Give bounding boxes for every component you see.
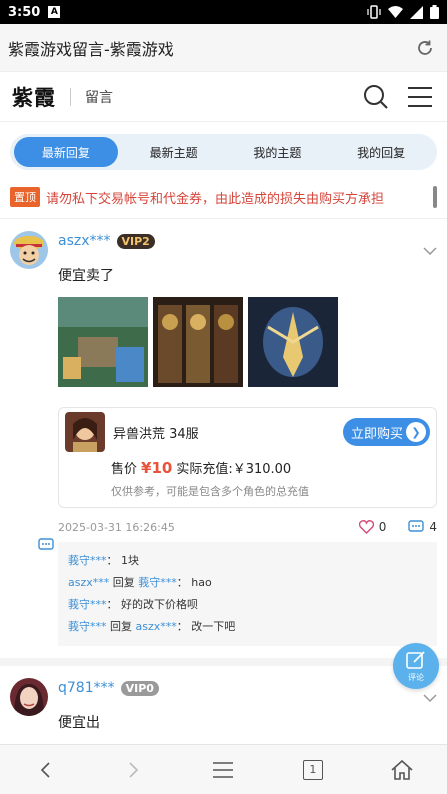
comment-item[interactable]: 莪守*** 回复 aszx***： 改一下吧 [68, 616, 427, 638]
comment-user[interactable]: 莪守*** [68, 598, 107, 611]
comment-icon [408, 520, 425, 532]
vibrate-icon [367, 5, 381, 23]
product-thumbnail[interactable] [65, 412, 105, 452]
tabs-button[interactable]: 1 [293, 750, 333, 790]
post-body: aszx*** VIP2 便宜卖了 异兽洪荒 34服 立即购买 ❯ 售价 ¥10… [58, 231, 437, 646]
battery-icon [430, 5, 439, 23]
home-icon[interactable] [382, 750, 422, 790]
comment-button[interactable]: 4 [408, 520, 437, 534]
comment-count: 4 [429, 520, 437, 534]
forward-icon[interactable] [114, 750, 154, 790]
comment-user[interactable]: 莪守*** [68, 554, 107, 567]
pinned-notice[interactable]: 置顶 请勿私下交易帐号和代金券，由此造成的损失由购买方承担 [0, 178, 447, 219]
product-note: 仅供参考，可能是包含多个角色的总充值 [111, 485, 309, 498]
tab-latest-topics[interactable]: 最新主题 [122, 137, 226, 167]
section-title: 留言 [85, 89, 113, 106]
comment-user[interactable]: aszx*** [68, 576, 109, 589]
menu-icon[interactable] [405, 82, 435, 112]
avatar[interactable] [10, 231, 48, 269]
comment-separator: ： [176, 576, 188, 589]
product-name[interactable]: 异兽洪荒 34服 [113, 423, 343, 442]
page-title[interactable]: 紫霞游戏留言-紫霞游戏 [8, 36, 411, 60]
chevron-right-icon: ❯ [406, 422, 426, 442]
post-user: aszx*** VIP2 [58, 231, 437, 251]
comment-text: 好的改下价格呗 [121, 598, 198, 611]
tab-count: 1 [302, 759, 323, 780]
tab-latest-replies[interactable]: 最新回复 [14, 137, 118, 167]
reply-to-user[interactable]: aszx*** [136, 620, 177, 633]
post-image[interactable] [153, 297, 243, 387]
status-icons [367, 5, 439, 23]
search-icon[interactable] [361, 82, 391, 112]
reply-word: 回复 [112, 576, 135, 589]
browser-bottom-bar: 1 [0, 744, 447, 794]
post-date: 2025-03-31 16:26:45 [58, 520, 175, 534]
reload-icon[interactable] [411, 34, 439, 62]
buy-now-label: 立即购买 [350, 426, 403, 442]
post-image[interactable] [248, 297, 338, 387]
notice-text[interactable]: 请勿私下交易帐号和代金券，由此造成的损失由购买方承担 [46, 188, 427, 207]
post-content: 便宜卖了 [58, 268, 114, 284]
post-content: 便宜出 [58, 715, 100, 731]
post-meta: 2025-03-31 16:26:45 0 4 [58, 520, 437, 534]
product-header: 异兽洪荒 34服 立即购买 ❯ [65, 412, 430, 452]
comment-item[interactable]: 莪守***： 1块 [68, 550, 427, 572]
status-time: 3:50 [8, 4, 41, 20]
chevron-down-icon[interactable] [423, 241, 437, 256]
price-value: ¥10 [141, 459, 173, 477]
pinned-badge: 置顶 [10, 187, 40, 207]
like-count: 0 [378, 520, 387, 534]
heart-icon [358, 520, 374, 534]
status-bar: 3:50 A [0, 0, 447, 24]
edit-icon [406, 651, 425, 669]
vip-badge: VIP0 [120, 680, 159, 696]
post-images [58, 297, 437, 387]
buy-now-button[interactable]: 立即购买 ❯ [342, 418, 430, 446]
username[interactable]: q781*** [58, 680, 115, 696]
tab-my-replies[interactable]: 我的回复 [329, 137, 433, 167]
scrollbar[interactable] [433, 186, 437, 208]
avatar[interactable] [10, 678, 48, 716]
comment-list: 莪守***： 1块 aszx*** 回复 莪守***： hao 莪守***： 好… [58, 542, 437, 646]
comment-text: 1块 [121, 554, 139, 567]
notification-a-icon: A [48, 6, 61, 18]
product-card[interactable]: 异兽洪荒 34服 立即购买 ❯ 售价 ¥10 实际充值:￥310.00 仅供参考… [58, 407, 437, 508]
reply-word: 回复 [110, 620, 132, 633]
site-header: 紫霞 留言 [0, 72, 447, 122]
like-button[interactable]: 0 [358, 520, 387, 534]
tab-my-topics[interactable]: 我的主题 [226, 137, 330, 167]
fab-label: 评论 [408, 673, 424, 682]
recharge-amount: 实际充值:￥310.00 [176, 462, 292, 477]
back-icon[interactable] [25, 750, 65, 790]
menu-icon[interactable] [203, 750, 243, 790]
signal-icon [410, 5, 423, 23]
comment-item[interactable]: 莪守***： 好的改下价格呗 [68, 594, 427, 616]
comment-separator: ： [106, 598, 118, 611]
write-comment-button[interactable]: 评论 [393, 643, 439, 689]
site-logo[interactable]: 紫霞 [12, 82, 56, 112]
vip-badge: VIP2 [116, 233, 155, 249]
product-price-row: 售价 ¥10 实际充值:￥310.00 [111, 458, 430, 477]
comment-separator: ： [106, 554, 118, 567]
tab-bar-wrapper: 最新回复 最新主题 我的主题 我的回复 [0, 122, 447, 178]
comment-text: 改一下吧 [191, 620, 236, 633]
browser-address-bar[interactable]: 紫霞游戏留言-紫霞游戏 [0, 24, 447, 72]
wifi-icon [388, 5, 403, 23]
reply-to-user[interactable]: 莪守*** [138, 576, 177, 589]
chevron-down-icon[interactable] [423, 688, 437, 703]
comment-item[interactable]: aszx*** 回复 莪守***： hao [68, 572, 427, 594]
comment-text: hao [191, 576, 212, 589]
message-icon[interactable] [38, 537, 54, 556]
username[interactable]: aszx*** [58, 233, 111, 249]
header-divider [70, 87, 71, 106]
price-label: 售价 [111, 462, 138, 477]
comment-user[interactable]: 莪守*** [68, 620, 107, 633]
post-image[interactable] [58, 297, 148, 387]
post-card: aszx*** VIP2 便宜卖了 异兽洪荒 34服 立即购买 ❯ 售价 ¥10… [0, 219, 447, 666]
tab-bar: 最新回复 最新主题 我的主题 我的回复 [10, 134, 437, 170]
comment-separator: ： [176, 620, 188, 633]
post-user: q781*** VIP0 [58, 678, 437, 698]
